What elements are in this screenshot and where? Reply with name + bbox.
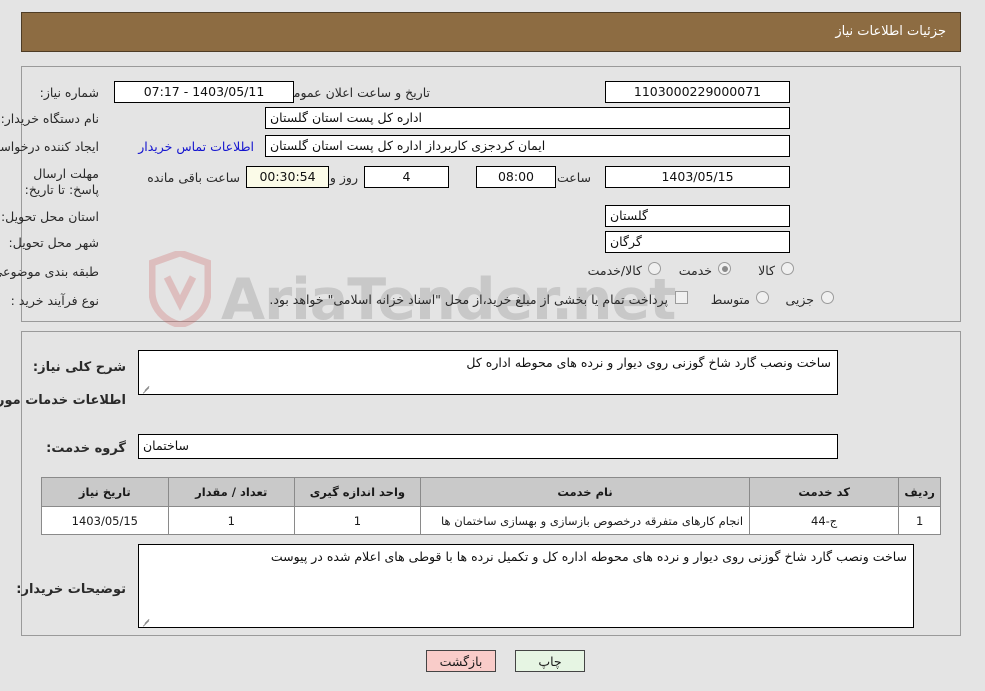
service-items-table: ردیف کد خدمت نام خدمت واحد اندازه گیری ت… bbox=[42, 477, 942, 535]
deadline-date-value: 1403/05/15 bbox=[606, 166, 791, 188]
buyer-notes-label: توضیحات خریدار: bbox=[17, 582, 127, 597]
table-header-row: ردیف کد خدمت نام خدمت واحد اندازه گیری ت… bbox=[42, 477, 942, 507]
need-number-label: شماره نیاز: bbox=[40, 85, 100, 100]
cell-quantity: 1 bbox=[168, 506, 296, 535]
th-quantity: تعداد / مقدار bbox=[168, 477, 296, 507]
cell-need-date: 1403/05/15 bbox=[42, 506, 170, 535]
days-suffix-label: روز و bbox=[330, 170, 359, 185]
process-type-label: نوع فرآیند خرید : bbox=[11, 293, 100, 308]
radio-process-motavaset-label: متوسط bbox=[711, 292, 751, 307]
general-description-label: شرح کلی نیاز: bbox=[33, 360, 127, 375]
buyer-org-value: اداره کل پست استان گلستان bbox=[266, 107, 791, 129]
th-service-code: کد خدمت bbox=[750, 477, 901, 507]
hour-value: 08:00 bbox=[477, 166, 557, 188]
service-group-label: گروه خدمت: bbox=[47, 441, 127, 456]
treasury-bonds-checkbox[interactable] bbox=[676, 291, 689, 304]
radio-category-kala-khedmat-label: کالا/خدمت bbox=[588, 263, 643, 278]
hour-label: ساعت bbox=[557, 170, 592, 185]
creator-label: ایجاد کننده درخواست: bbox=[0, 139, 100, 154]
print-button[interactable]: چاپ bbox=[516, 650, 586, 672]
cell-row-no: 1 bbox=[899, 506, 942, 535]
cell-unit: 1 bbox=[294, 506, 422, 535]
city-label: شهر محل تحویل: bbox=[9, 235, 100, 250]
service-group-value: ساختمان bbox=[139, 434, 839, 459]
buyer-contact-link[interactable]: اطلاعات تماس خریدار bbox=[139, 139, 255, 154]
need-info-panel bbox=[22, 66, 962, 322]
th-row-no: ردیف bbox=[899, 477, 942, 507]
page-title: جزئیات اطلاعات نیاز bbox=[836, 24, 947, 39]
radio-process-jozi[interactable] bbox=[822, 291, 835, 304]
th-service-name: نام خدمت bbox=[420, 477, 752, 507]
table-row: 1 ج-44 انجام کارهای متفرقه درخصوص بازساز… bbox=[42, 506, 942, 535]
radio-category-kala-label: کالا bbox=[759, 263, 776, 278]
radio-category-kala[interactable] bbox=[782, 262, 795, 275]
category-label: طبقه بندی موضوعی: bbox=[0, 264, 100, 279]
th-unit: واحد اندازه گیری bbox=[294, 477, 422, 507]
countdown-suffix-label: ساعت باقی مانده bbox=[148, 170, 241, 185]
province-value: گلستان bbox=[606, 205, 791, 227]
radio-category-kala-khedmat[interactable] bbox=[649, 262, 662, 275]
countdown-value: 00:30:54 bbox=[247, 166, 330, 188]
radio-category-khedmat-label: خدمت bbox=[679, 263, 713, 278]
th-need-date: تاریخ نیاز bbox=[42, 477, 170, 507]
buyer-org-label: نام دستگاه خریدار: bbox=[1, 111, 100, 126]
general-description-textarea[interactable]: ساخت ونصب گارد شاخ گوزنی روی دیوار و نرد… bbox=[139, 350, 839, 395]
cell-service-code: ج-44 bbox=[750, 506, 901, 535]
page-header-bar: جزئیات اطلاعات نیاز bbox=[22, 12, 962, 52]
back-button[interactable]: بازگشت bbox=[427, 650, 497, 672]
buyer-notes-value: ساخت ونصب گارد شاخ گوزنی روی دیوار و نرد… bbox=[271, 549, 908, 564]
days-remaining-value: 4 bbox=[365, 166, 450, 188]
buyer-notes-textarea[interactable]: ساخت ونصب گارد شاخ گوزنی روی دیوار و نرد… bbox=[139, 544, 915, 628]
radio-process-motavaset[interactable] bbox=[757, 291, 770, 304]
resize-grip-icon[interactable] bbox=[142, 616, 152, 626]
city-value: گرگان bbox=[606, 231, 791, 253]
services-section-title: اطلاعات خدمات مورد نیاز bbox=[0, 393, 127, 408]
public-announce-value: 1403/05/11 - 07:17 bbox=[115, 81, 295, 103]
province-label: استان محل تحویل: bbox=[1, 209, 100, 224]
public-announce-label: تاریخ و ساعت اعلان عمومی: bbox=[280, 85, 431, 100]
creator-value: ایمان کردجزی کاربرداز اداره کل پست استان… bbox=[266, 135, 791, 157]
radio-category-khedmat[interactable] bbox=[719, 262, 732, 275]
radio-process-jozi-label: جزیی bbox=[786, 292, 815, 307]
need-number-value: 1103000229000071 bbox=[606, 81, 791, 103]
resize-grip-icon[interactable] bbox=[142, 383, 152, 393]
deadline-label: مهلت ارسال پاسخ: تا تاریخ: bbox=[25, 166, 100, 197]
general-description-value: ساخت ونصب گارد شاخ گوزنی روی دیوار و نرد… bbox=[467, 355, 832, 370]
cell-service-name: انجام کارهای متفرقه درخصوص بازسازی و بهس… bbox=[420, 506, 752, 535]
treasury-bonds-label: پرداخت تمام یا بخشی از مبلغ خرید،از محل … bbox=[270, 292, 669, 307]
